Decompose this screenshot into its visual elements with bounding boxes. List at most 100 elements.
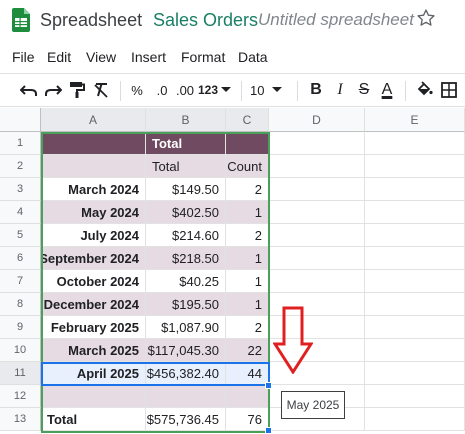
count-value[interactable]: 2 xyxy=(226,316,269,339)
strikethrough-button[interactable]: S xyxy=(354,79,374,101)
count-value[interactable]: 1 xyxy=(226,247,269,270)
row-header[interactable]: 10 xyxy=(0,339,41,362)
pivot-cell[interactable] xyxy=(226,132,269,155)
decrease-decimal-button[interactable]: .0 xyxy=(152,79,172,101)
total-value[interactable] xyxy=(146,385,226,408)
count-value[interactable]: 2 xyxy=(226,178,269,201)
grid-cell[interactable] xyxy=(269,270,365,293)
row-header[interactable]: 2 xyxy=(0,155,41,178)
row-label[interactable]: December 2024 xyxy=(41,293,146,316)
grid-cell[interactable] xyxy=(365,293,465,316)
count-value[interactable]: 1 xyxy=(226,201,269,224)
increase-decimal-button[interactable]: .00 xyxy=(174,79,196,101)
menu-view[interactable]: View xyxy=(86,49,116,65)
star-icon[interactable] xyxy=(416,8,436,28)
grid-cell[interactable] xyxy=(365,224,465,247)
grid-cell[interactable] xyxy=(269,178,365,201)
select-all-corner[interactable] xyxy=(0,108,41,132)
pivot-column-label[interactable]: Total xyxy=(146,155,226,178)
grid-cell[interactable] xyxy=(365,385,465,408)
row-header[interactable]: 6 xyxy=(0,247,41,270)
clear-format-button[interactable] xyxy=(90,79,112,101)
text-color-button[interactable]: A xyxy=(377,79,397,101)
grid-cell[interactable] xyxy=(365,408,465,431)
paint-format-button[interactable] xyxy=(66,79,88,101)
number-format-dropdown[interactable]: 123 xyxy=(198,79,234,101)
total-value[interactable]: $40.25 xyxy=(146,270,226,293)
borders-button[interactable] xyxy=(438,79,460,101)
pivot-cell[interactable] xyxy=(41,155,146,178)
row-label[interactable]: May 2024 xyxy=(41,201,146,224)
count-value[interactable]: 1 xyxy=(226,270,269,293)
grid-cell[interactable] xyxy=(365,201,465,224)
row-header[interactable]: 1 xyxy=(0,132,41,155)
row-header[interactable]: 12 xyxy=(0,385,41,408)
column-header-a[interactable]: A xyxy=(41,108,146,132)
row-header[interactable]: 13 xyxy=(0,408,41,431)
column-header-c[interactable]: C xyxy=(226,108,269,132)
count-value[interactable]: 44 xyxy=(226,362,269,385)
grid-cell[interactable] xyxy=(365,155,465,178)
row-header[interactable]: 9 xyxy=(0,316,41,339)
grid-cell[interactable] xyxy=(365,247,465,270)
grid-cell[interactable] xyxy=(269,201,365,224)
fill-color-button[interactable] xyxy=(414,79,436,101)
grand-total-label[interactable]: Total xyxy=(41,408,146,431)
row-label[interactable]: March 2024 xyxy=(41,178,146,201)
row-header[interactable]: 8 xyxy=(0,293,41,316)
column-header-e[interactable]: E xyxy=(365,108,465,132)
grid-cell[interactable] xyxy=(365,362,465,385)
row-label[interactable]: February 2025 xyxy=(41,316,146,339)
total-value[interactable]: $456,382.40 xyxy=(146,362,226,385)
count-value[interactable] xyxy=(226,385,269,408)
count-value[interactable]: 2 xyxy=(226,224,269,247)
percent-button[interactable]: % xyxy=(128,79,146,101)
grid-cell[interactable] xyxy=(365,132,465,155)
grid-cell[interactable] xyxy=(269,247,365,270)
undo-button[interactable] xyxy=(18,79,40,101)
total-value[interactable]: $117,045.30 xyxy=(146,339,226,362)
total-value[interactable]: $218.50 xyxy=(146,247,226,270)
grid-cell[interactable] xyxy=(365,178,465,201)
menu-format[interactable]: Format xyxy=(181,49,225,65)
pivot-cell[interactable] xyxy=(41,132,146,155)
row-label[interactable] xyxy=(41,385,146,408)
grid-cell[interactable] xyxy=(269,224,365,247)
column-header-d[interactable]: D xyxy=(269,108,365,132)
fill-handle[interactable] xyxy=(265,382,272,389)
grid-cell[interactable] xyxy=(365,316,465,339)
italic-button[interactable]: I xyxy=(330,79,350,101)
total-value[interactable]: $149.50 xyxy=(146,178,226,201)
bold-button[interactable]: B xyxy=(306,79,326,101)
total-value[interactable]: $195.50 xyxy=(146,293,226,316)
grand-total-count[interactable]: 76 xyxy=(226,408,269,431)
pivot-column-label[interactable]: Count xyxy=(226,155,269,178)
column-header-b[interactable]: B xyxy=(146,108,226,132)
document-title[interactable]: Sales Orders xyxy=(153,10,258,31)
row-header[interactable]: 3 xyxy=(0,178,41,201)
menu-file[interactable]: File xyxy=(12,49,35,65)
total-value[interactable]: $402.50 xyxy=(146,201,226,224)
row-header[interactable]: 11 xyxy=(0,362,41,385)
menu-insert[interactable]: Insert xyxy=(131,49,166,65)
row-label[interactable]: October 2024 xyxy=(41,270,146,293)
row-label[interactable]: March 2025 xyxy=(41,339,146,362)
count-value[interactable]: 22 xyxy=(226,339,269,362)
row-header[interactable]: 7 xyxy=(0,270,41,293)
row-header[interactable]: 5 xyxy=(0,224,41,247)
menu-data[interactable]: Data xyxy=(238,49,268,65)
total-value[interactable]: $214.60 xyxy=(146,224,226,247)
menu-edit[interactable]: Edit xyxy=(47,49,71,65)
total-value[interactable]: $1,087.90 xyxy=(146,316,226,339)
count-value[interactable]: 1 xyxy=(226,293,269,316)
row-label[interactable]: July 2024 xyxy=(41,224,146,247)
row-label[interactable]: September 2024 xyxy=(41,247,146,270)
redo-button[interactable] xyxy=(42,79,64,101)
row-header[interactable]: 4 xyxy=(0,201,41,224)
grid-cell[interactable] xyxy=(365,339,465,362)
grid-cell[interactable] xyxy=(269,132,365,155)
font-size-dropdown[interactable]: 10 xyxy=(250,79,290,101)
pivot-header-title[interactable]: Total xyxy=(146,132,226,155)
grid-cell[interactable] xyxy=(365,270,465,293)
grand-total-value[interactable]: $575,736.45 xyxy=(146,408,226,431)
